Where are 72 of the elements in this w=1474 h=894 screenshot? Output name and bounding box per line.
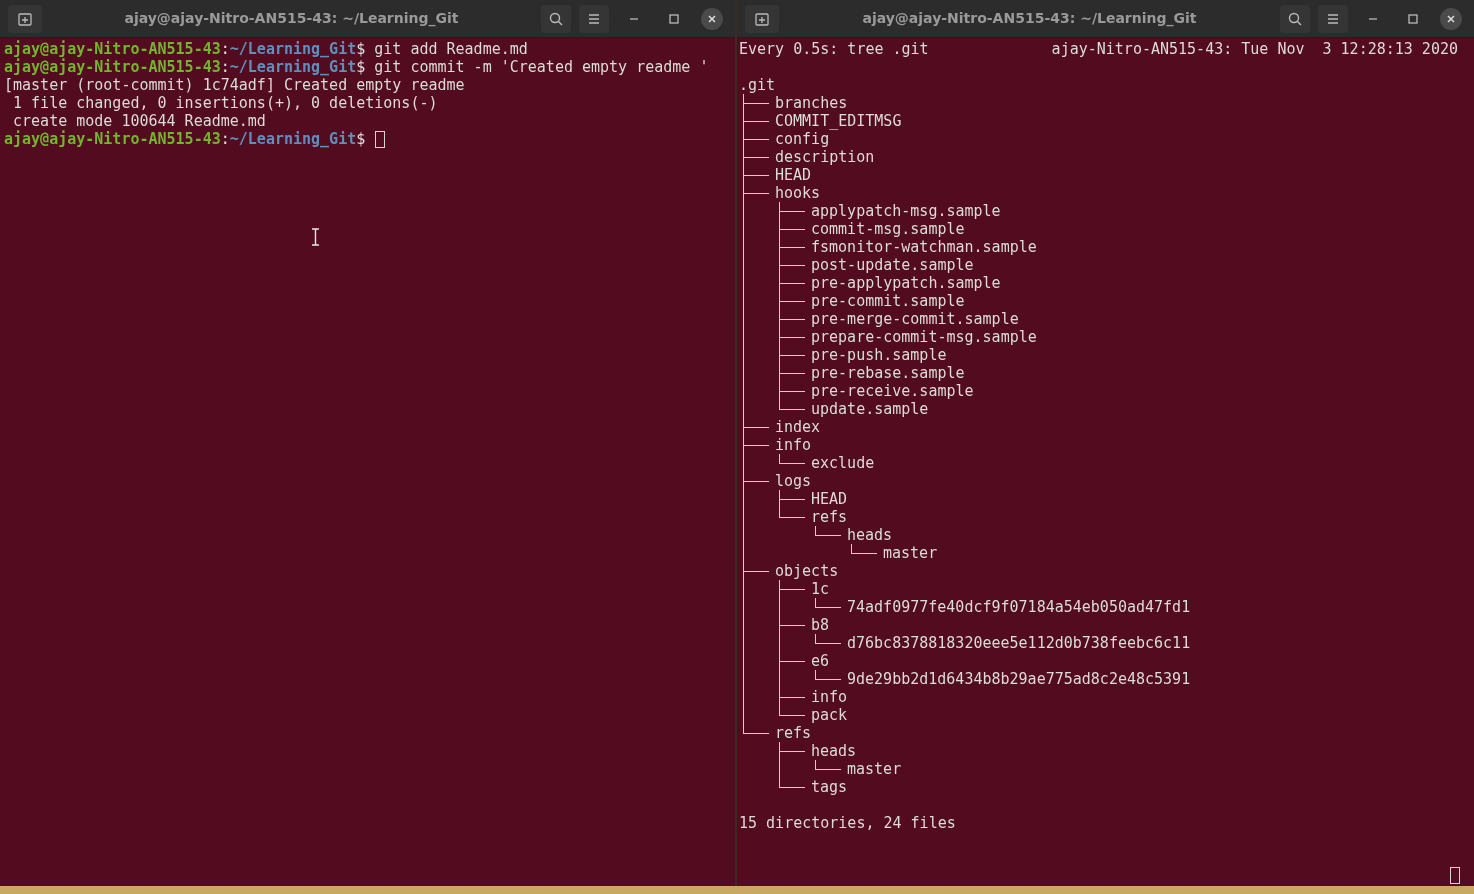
tree-item: info: [775, 436, 812, 454]
tree-item: heads: [811, 742, 857, 760]
watch-timestamp: ajay-Nitro-AN515-43: Tue Nov 3 12:28:13 2020: [1051, 40, 1458, 58]
close-icon: [1446, 13, 1456, 24]
tree-item: fsmonitor-watchman.sample: [811, 238, 1037, 256]
tree-item: pre-push.sample: [811, 346, 947, 364]
tree-item: pre-commit.sample: [811, 292, 965, 310]
tree-item: info: [811, 688, 848, 706]
tree-item: objects: [775, 562, 839, 580]
search-icon: [548, 10, 564, 27]
terminal-line: [master (root-commit) 1c74adf] Created empty readme: [4, 76, 466, 94]
maximize-icon: [1408, 13, 1418, 24]
tree-item: update.sample: [811, 400, 929, 418]
tree-item: pre-rebase.sample: [811, 364, 965, 382]
close-button[interactable]: [1440, 7, 1462, 30]
tree-item: pack: [811, 706, 848, 724]
new-tab-icon: [17, 10, 33, 27]
search-button[interactable]: [541, 4, 571, 33]
tree-item: 9de29bb2d1d6434b8b29ae775ad8c2e48c5391: [847, 670, 1191, 688]
tree-item: commit-msg.sample: [811, 220, 965, 238]
tree-summary: 15 directories, 24 files: [739, 814, 956, 832]
menu-button[interactable]: [1318, 4, 1348, 33]
tree-item: b8: [811, 616, 830, 634]
tree-item: index: [775, 418, 821, 436]
tree-item: COMMIT_EDITMSG: [775, 112, 902, 130]
search-icon: [1287, 10, 1303, 27]
tree-item: tags: [811, 778, 848, 796]
tree-item: d76bc8378818320eee5e112d0b738feebc6c11: [847, 634, 1191, 652]
new-tab-icon: [754, 10, 770, 27]
watch-header: Every 0.5s: tree .git: [739, 40, 929, 58]
tree-item: HEAD: [775, 166, 812, 184]
tree-item: heads: [847, 526, 893, 544]
tree-item: branches: [775, 94, 848, 112]
tree-item: master: [847, 760, 902, 778]
close-button[interactable]: [701, 7, 723, 30]
tree-item: .git: [739, 76, 776, 94]
minimize-icon: [629, 17, 639, 20]
tree-item: refs: [775, 724, 812, 742]
terminal-line: ajay@ajay-Nitro-AN515-43:~/Learning_Git$ git commit -m 'Created empty readme ': [4, 58, 709, 76]
terminal-line: create mode 100644 Readme.md: [12, 112, 267, 130]
tree-item: config: [775, 130, 830, 148]
search-button[interactable]: [1280, 4, 1310, 33]
menu-icon: [1326, 12, 1340, 25]
text-cursor-icon: [311, 228, 320, 246]
tree-item: prepare-commit-msg.sample: [811, 328, 1037, 346]
window-title: ajay@ajay-Nitro-AN515-43: ~/Learning_Git: [123, 9, 460, 29]
window-title: ajay@ajay-Nitro-AN515-43: ~/Learning_Git: [861, 9, 1198, 29]
close-icon: [707, 13, 717, 24]
tree-item: pre-receive.sample: [811, 382, 974, 400]
tree-item: post-update.sample: [811, 256, 974, 274]
terminal-line: 1 file changed, 0 insertions(+), 0 deletions(-): [12, 94, 439, 112]
tree-item: hooks: [775, 184, 821, 202]
maximize-icon: [669, 13, 679, 24]
tree-item: 74adf0977fe40dcf9f07184a54eb050ad47fd1: [847, 598, 1191, 616]
tree-item: pre-applypatch.sample: [811, 274, 1001, 292]
tree-item: HEAD: [811, 490, 848, 508]
terminal-line: ajay@ajay-Nitro-AN515-43:~/Learning_Git$ git add Readme.md: [4, 40, 528, 58]
tree-item: applypatch-msg.sample: [811, 202, 1001, 220]
tree-item: e6: [811, 652, 830, 670]
tree-item: description: [775, 148, 875, 166]
terminal-line: ajay@ajay-Nitro-AN515-43:~/Learning_Git$: [4, 130, 366, 148]
new-tab-button[interactable]: [8, 4, 42, 33]
tree-item: master: [883, 544, 938, 562]
tree-item: exclude: [811, 454, 875, 472]
tree-item: pre-merge-commit.sample: [811, 310, 1019, 328]
new-tab-button[interactable]: [745, 4, 779, 33]
tree-item: 1c: [811, 580, 830, 598]
minimize-icon: [1368, 17, 1378, 20]
menu-icon: [587, 12, 601, 25]
menu-button[interactable]: [579, 4, 609, 33]
tree-item: refs: [811, 508, 848, 526]
tree-item: logs: [775, 472, 812, 490]
